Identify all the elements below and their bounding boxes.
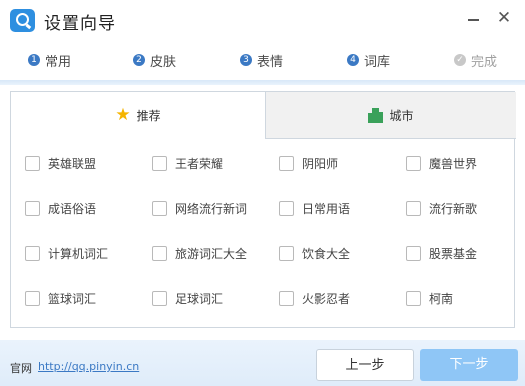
dict-option-label: 饮食大全 (302, 246, 351, 261)
step-label: 表情 (257, 54, 284, 70)
dict-option[interactable]: 篮球词汇 (25, 288, 96, 308)
dict-option-label: 网络流行新词 (175, 201, 248, 216)
star-icon: ★ (115, 105, 131, 125)
checkbox[interactable] (152, 200, 167, 216)
dict-option[interactable]: 王者荣耀 (152, 153, 223, 173)
dict-option-label: 股票基金 (429, 246, 478, 261)
step-number-icon: 1 (28, 54, 40, 66)
dict-option-label: 成语俗语 (48, 201, 97, 216)
step-label: 皮肤 (150, 54, 177, 70)
step-skin: 2 皮肤 (133, 51, 177, 70)
dict-option[interactable]: 英雄联盟 (25, 153, 96, 173)
minimize-icon[interactable] (465, 10, 483, 28)
checkbox[interactable] (406, 200, 421, 216)
step-number-icon: 2 (133, 54, 145, 66)
checkbox[interactable] (152, 290, 167, 306)
dict-option[interactable]: 足球词汇 (152, 288, 223, 308)
dict-option[interactable]: 计算机词汇 (25, 243, 108, 263)
checkbox[interactable] (25, 290, 40, 306)
dict-option-label: 柯南 (429, 291, 454, 306)
title-bar: 设置向导 ✕ (0, 0, 525, 42)
step-number-icon: 3 (240, 54, 252, 66)
dict-option-label: 魔兽世界 (429, 156, 478, 171)
step-dictionary: 4 词库 (347, 51, 391, 70)
next-button[interactable]: 下一步 (420, 349, 518, 381)
checkbox[interactable] (279, 200, 294, 216)
dict-option-label: 计算机词汇 (48, 246, 109, 261)
dict-option-label: 王者荣耀 (175, 156, 224, 171)
tab-city[interactable]: 城市 (265, 92, 516, 139)
step-label: 常用 (45, 54, 72, 70)
checkbox[interactable] (25, 155, 40, 171)
dictionary-list: 英雄联盟 王者荣耀 阴阳师 魔兽世界 成语俗语 网络流行新词 日常用语 流行新歌… (11, 139, 516, 329)
dict-option-label: 日常用语 (302, 201, 351, 216)
tab-label: 城市 (389, 108, 414, 123)
dict-option-label: 足球词汇 (175, 291, 224, 306)
checkbox[interactable] (406, 155, 421, 171)
checkbox[interactable] (406, 245, 421, 261)
dict-option[interactable]: 阴阳师 (279, 153, 338, 173)
dictionary-panel: ★ 推荐 城市 英雄联盟 王者荣耀 阴阳师 魔兽世界 成语俗语 网络流行新词 日… (10, 91, 516, 329)
dict-option[interactable]: 成语俗语 (25, 198, 96, 218)
step-common: 1 常用 (28, 51, 72, 70)
dict-option-label: 英雄联盟 (48, 156, 97, 171)
dict-option[interactable]: 饮食大全 (279, 243, 350, 263)
checkbox[interactable] (279, 155, 294, 171)
checkbox[interactable] (25, 245, 40, 261)
close-icon[interactable]: ✕ (495, 9, 513, 27)
checkbox[interactable] (279, 245, 294, 261)
window-title: 设置向导 (44, 14, 116, 34)
dict-option-label: 阴阳师 (302, 156, 339, 171)
step-label: 词库 (364, 54, 391, 70)
dict-option[interactable]: 网络流行新词 (152, 198, 247, 218)
dict-option-label: 篮球词汇 (48, 291, 97, 306)
dict-option[interactable]: 柯南 (406, 288, 453, 308)
dict-option[interactable]: 股票基金 (406, 243, 477, 263)
step-finish: ✓ 完成 (454, 51, 498, 70)
dict-option-label: 旅游词汇大全 (175, 246, 248, 261)
step-number-icon: 4 (347, 54, 359, 66)
site-label: 官网 (10, 362, 32, 375)
dict-option-label: 流行新歌 (429, 201, 478, 216)
dict-option-label: 火影忍者 (302, 291, 351, 306)
dict-option[interactable]: 日常用语 (279, 198, 350, 218)
progress-divider (0, 80, 525, 85)
step-emoji: 3 表情 (240, 51, 284, 70)
wizard-steps: 1 常用 2 皮肤 3 表情 4 词库 ✓ 完成 (0, 42, 525, 78)
qq-pinyin-logo-icon (10, 9, 35, 32)
checkbox[interactable] (279, 290, 294, 306)
tab-label: 推荐 (136, 109, 161, 123)
check-icon: ✓ (454, 54, 466, 66)
footer-bar: 官网 http://qq.pinyin.cn 上一步 下一步 (0, 340, 525, 386)
dict-option[interactable]: 流行新歌 (406, 198, 477, 218)
checkbox[interactable] (152, 155, 167, 171)
building-icon (368, 107, 384, 123)
prev-button[interactable]: 上一步 (316, 349, 414, 381)
checkbox[interactable] (25, 200, 40, 216)
site-link[interactable]: http://qq.pinyin.cn (38, 360, 139, 373)
dict-option[interactable]: 旅游词汇大全 (152, 243, 247, 263)
checkbox[interactable] (152, 245, 167, 261)
dict-option[interactable]: 魔兽世界 (406, 153, 477, 173)
dict-option[interactable]: 火影忍者 (279, 288, 350, 308)
tab-recommend[interactable]: ★ 推荐 (11, 92, 265, 139)
step-label: 完成 (471, 54, 498, 70)
checkbox[interactable] (406, 290, 421, 306)
